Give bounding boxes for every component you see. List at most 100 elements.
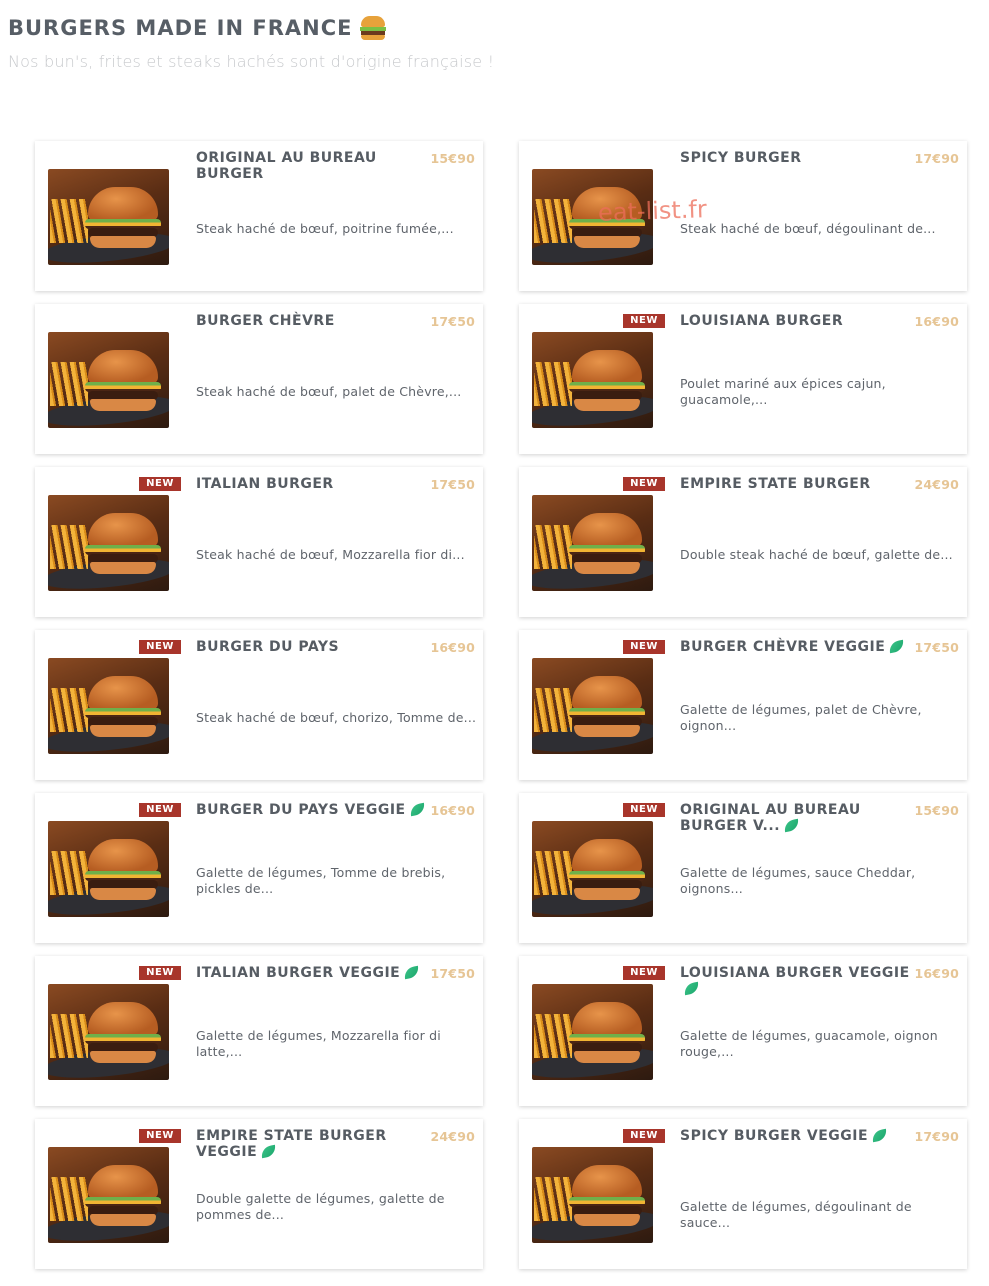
product-photo [532, 821, 653, 917]
product-name: SPICY BURGER [680, 150, 910, 166]
product-photo [48, 169, 169, 265]
new-badge: NEW [623, 1129, 665, 1143]
product-name-text: BURGER CHÈVRE [196, 313, 335, 329]
product-description: Poulet mariné aux épices cajun, guacamol… [680, 376, 886, 407]
veggie-leaf-icon [408, 802, 426, 817]
burger-icon [360, 16, 387, 40]
product-price: 16€90 [430, 640, 475, 655]
product-name-text: LOUISIANA BURGER [680, 313, 844, 329]
product-name-text: EMPIRE STATE BURGER [680, 476, 871, 492]
product-photo [48, 658, 169, 754]
product-description: Double galette de légumes, galette de po… [196, 1191, 445, 1222]
product-photo [532, 169, 653, 265]
product-photo [48, 495, 169, 591]
product-name: LOUISIANA BURGER [680, 313, 910, 329]
product-photo [48, 1147, 169, 1243]
new-badge: NEW [139, 803, 181, 817]
product-card[interactable]: NEW BURGER CHÈVRE VEGGIE 17€50 Galette de l… [519, 630, 967, 780]
product-description: Steak haché de bœuf, dégoulinant de... [680, 221, 936, 236]
product-card[interactable]: NEW ORIGINAL AU BUREAU BURGER V... 15€90 Ga… [519, 793, 967, 943]
product-name: ITALIAN BURGER [196, 476, 426, 492]
product-description: Steak haché de bœuf, palet de Chèvre,... [196, 384, 462, 399]
product-card[interactable]: NEW BURGER DU PAYS 16€90 Steak haché de bœu… [35, 630, 483, 780]
new-badge: NEW [623, 477, 665, 491]
product-price: 17€90 [914, 1129, 959, 1144]
new-badge: NEW [139, 1129, 181, 1143]
product-name: BURGER CHÈVRE [196, 313, 426, 329]
product-card[interactable]: BURGER CHÈVRE 17€50 Steak haché de bœuf, p… [35, 304, 483, 454]
veggie-leaf-icon [403, 965, 421, 980]
veggie-leaf-icon [871, 1128, 888, 1143]
product-name: EMPIRE STATE BURGER [680, 476, 910, 492]
page-title-text: BURGERS MADE IN FRANCE [8, 16, 353, 40]
page-title: BURGERS MADE IN FRANCE [8, 16, 387, 40]
product-card[interactable]: NEW LOUISIANA BURGER 16€90 Poulet mariné au… [519, 304, 967, 454]
product-name: ORIGINAL AU BUREAU BURGER [196, 150, 426, 182]
product-card[interactable]: NEW ITALIAN BURGER VEGGIE 17€50 Galette de … [35, 956, 483, 1106]
product-description: Galette de légumes, palet de Chèvre, oig… [680, 702, 922, 733]
product-name-text: ORIGINAL AU BUREAU BURGER [196, 150, 377, 182]
product-card[interactable]: NEW EMPIRE STATE BURGER VEGGIE 24€90 Double… [35, 1119, 483, 1269]
product-price: 16€90 [914, 314, 959, 329]
product-description: Galette de légumes, Tomme de brebis, pic… [196, 865, 446, 896]
product-name-text: BURGER DU PAYS [196, 639, 340, 655]
new-badge: NEW [623, 640, 665, 654]
product-card[interactable]: SPICY BURGER 17€90 Steak haché de bœuf, dé… [519, 141, 967, 291]
product-name-text: SPICY BURGER VEGGIE [680, 1128, 869, 1144]
new-badge: NEW [623, 314, 665, 328]
veggie-leaf-icon [260, 1144, 277, 1159]
new-badge: NEW [623, 966, 665, 980]
product-name-text: BURGER DU PAYS VEGGIE [196, 802, 406, 818]
product-photo [532, 984, 653, 1080]
product-description: Galette de légumes, sauce Cheddar, oigno… [680, 865, 916, 896]
product-card[interactable]: NEW ITALIAN BURGER 17€50 Steak haché de bœu… [35, 467, 483, 617]
product-name-text: ORIGINAL AU BUREAU BURGER V... [680, 802, 861, 834]
product-price: 17€50 [430, 477, 475, 492]
product-photo [532, 1147, 653, 1243]
product-photo [48, 332, 169, 428]
product-name-text: EMPIRE STATE BURGER VEGGIE [196, 1128, 387, 1160]
product-price: 16€90 [914, 966, 959, 981]
product-name-text: ITALIAN BURGER VEGGIE [196, 965, 401, 981]
product-description: Double steak haché de bœuf, galette de..… [680, 547, 953, 562]
product-name-text: BURGER CHÈVRE VEGGIE [680, 639, 886, 655]
product-photo [532, 332, 653, 428]
product-price: 17€90 [914, 151, 959, 166]
product-description: Steak haché de bœuf, Mozzarella fior di.… [196, 547, 465, 562]
product-name: LOUISIANA BURGER VEGGIE [680, 965, 910, 997]
product-card[interactable]: NEW LOUISIANA BURGER VEGGIE 16€90 Galette d… [519, 956, 967, 1106]
product-photo [532, 658, 653, 754]
new-badge: NEW [623, 803, 665, 817]
product-price: 24€90 [914, 477, 959, 492]
product-price: 24€90 [430, 1129, 475, 1144]
product-price: 17€50 [430, 966, 475, 981]
product-card[interactable]: NEW SPICY BURGER VEGGIE 17€90 Galette de lé… [519, 1119, 967, 1269]
product-photo [48, 821, 169, 917]
product-card[interactable]: NEW BURGER DU PAYS VEGGIE 16€90 Galette de … [35, 793, 483, 943]
product-description: Galette de légumes, Mozzarella fior di l… [196, 1028, 441, 1059]
product-name-text: SPICY BURGER [680, 150, 802, 166]
product-description: Steak haché de bœuf, chorizo, Tomme de..… [196, 710, 477, 725]
veggie-leaf-icon [783, 818, 800, 833]
product-price: 17€50 [914, 640, 959, 655]
product-price: 15€90 [914, 803, 959, 818]
product-photo [532, 495, 653, 591]
product-price: 15€90 [430, 151, 475, 166]
product-card[interactable]: NEW EMPIRE STATE BURGER 24€90 Double steak … [519, 467, 967, 617]
product-name: SPICY BURGER VEGGIE [680, 1128, 910, 1144]
new-badge: NEW [139, 477, 181, 491]
product-name: BURGER DU PAYS [196, 639, 426, 655]
product-description: Steak haché de bœuf, poitrine fumée,... [196, 221, 454, 236]
product-name: ITALIAN BURGER VEGGIE [196, 965, 426, 981]
product-price: 16€90 [430, 803, 475, 818]
product-name-text: LOUISIANA BURGER VEGGIE [680, 965, 910, 981]
product-photo [48, 984, 169, 1080]
veggie-leaf-icon [888, 639, 906, 654]
new-badge: NEW [139, 966, 181, 980]
page-subtitle: Nos bun's, frites et steaks hachés sont … [8, 52, 495, 71]
product-name: EMPIRE STATE BURGER VEGGIE [196, 1128, 426, 1160]
product-card[interactable]: ORIGINAL AU BUREAU BURGER 15€90 Steak hach… [35, 141, 483, 291]
new-badge: NEW [139, 640, 181, 654]
product-name-text: ITALIAN BURGER [196, 476, 334, 492]
product-description: Galette de légumes, guacamole, oignon ro… [680, 1028, 938, 1059]
